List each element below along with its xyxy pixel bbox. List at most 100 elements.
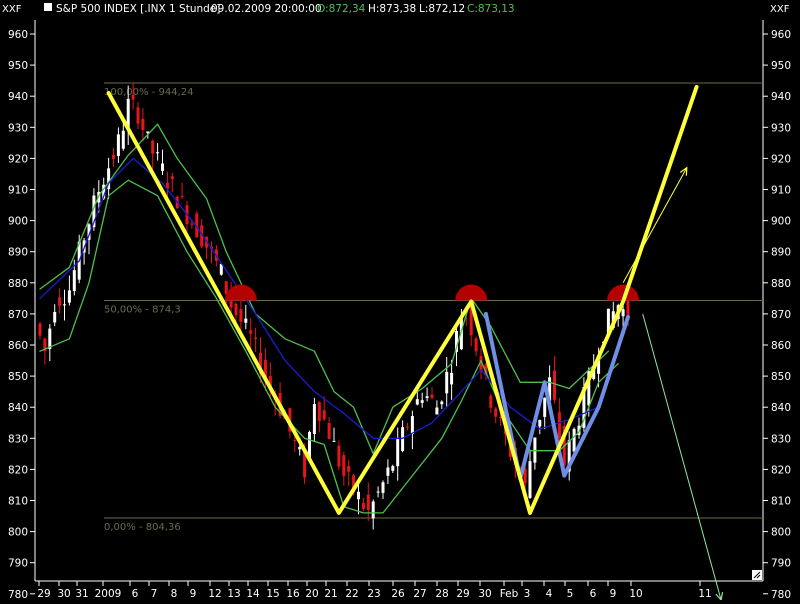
- candle-body: [538, 419, 542, 427]
- candle-body: [430, 394, 434, 399]
- candle-body: [72, 270, 76, 292]
- candle-body: [141, 118, 145, 130]
- x-tick-label: 31: [75, 588, 88, 600]
- x-tick-label: 28: [435, 588, 448, 600]
- fib-level-label: 50,00% - 874,3: [104, 305, 181, 316]
- candle-body: [58, 297, 62, 306]
- projection-arrow-line: [622, 167, 688, 284]
- x-tick-label: 15: [266, 588, 279, 600]
- candle-body: [151, 140, 155, 154]
- candle-body: [224, 281, 228, 294]
- candle-body: [63, 304, 66, 306]
- chart-root: S&P 500 INDEX [.INX 1 Stunde] 09.02.2009…: [0, 0, 800, 602]
- x-tick-label: 27: [413, 588, 426, 600]
- y-tick-label-right: 900: [771, 216, 791, 228]
- y-tick-label-right: 880: [771, 278, 791, 290]
- candle-body: [347, 465, 351, 472]
- x-tick-label: 6: [590, 588, 597, 600]
- candle-body: [234, 303, 238, 316]
- y-tick-label-right: 820: [771, 464, 791, 476]
- y-tick-label-left: 790: [8, 558, 28, 570]
- x-tick-label: 21: [324, 588, 337, 600]
- header-symbol: S&P 500 INDEX [.INX 1 Stunde]: [56, 3, 220, 15]
- candle-body: [121, 130, 125, 149]
- candle-body: [312, 404, 316, 435]
- y-tick-label-right: 960: [771, 29, 791, 41]
- header-high: H:873,38: [368, 3, 416, 15]
- y-tick-label-left: 890: [8, 247, 28, 259]
- y-tick-label-left: 860: [8, 340, 28, 352]
- x-tick-label: 10: [629, 588, 642, 600]
- y-tick-label-left: 940: [8, 91, 28, 103]
- x-tick-label: 9: [610, 588, 617, 600]
- y-tick-label-left: 900: [8, 216, 28, 228]
- y-tick-label-right: 910: [771, 185, 791, 197]
- left-axis-tag: XXF: [2, 4, 22, 15]
- fibonacci-levels: 100,00% - 944,24 50,00% - 874,3 0,00% - 80…: [104, 82, 763, 533]
- y-tick-label-right: 810: [771, 496, 791, 508]
- candle-body: [381, 482, 385, 493]
- x-tick-label: 22: [345, 588, 358, 600]
- header-open: O:872,34: [317, 3, 366, 15]
- candle-body: [170, 176, 174, 180]
- y-tick-label-left: 950: [8, 60, 28, 72]
- candle-body: [396, 439, 400, 467]
- indicator-lines: [39, 123, 619, 514]
- candle-body: [425, 396, 429, 399]
- y-tick-label-left: 920: [8, 153, 28, 165]
- candle-body: [621, 309, 625, 317]
- candle-body: [450, 372, 454, 385]
- candle-body: [322, 410, 326, 420]
- candle-body: [494, 408, 498, 417]
- drawing-overlay: [106, 84, 724, 602]
- candle-body: [357, 491, 360, 500]
- y-tick-label-right: 950: [771, 60, 791, 72]
- candle-body: [557, 412, 561, 439]
- candle-body: [572, 428, 576, 452]
- x-tick-label: Feb: [500, 588, 519, 600]
- candle-body: [410, 416, 414, 434]
- candle-body: [67, 290, 71, 303]
- y-tick-label-left: 960: [8, 29, 28, 41]
- candle-body: [401, 427, 405, 451]
- candle-body: [156, 152, 160, 154]
- candle-body: [366, 494, 370, 510]
- moving-average-line: [39, 157, 600, 439]
- candle-body: [190, 223, 194, 225]
- y-tick-label-right: 780: [771, 589, 791, 600]
- x-tick-label: 23: [367, 588, 380, 600]
- candle-body: [553, 370, 556, 400]
- candle-body: [337, 445, 341, 467]
- candle-body: [180, 195, 184, 197]
- candle-body: [440, 401, 444, 405]
- y-tick-label-left: 840: [8, 402, 28, 414]
- resistance-marker: [224, 284, 257, 301]
- price-chart: S&P 500 INDEX [.INX 1 Stunde] 09.02.2009…: [2, 3, 791, 602]
- x-tick-label: 4: [546, 588, 553, 600]
- header-datetime: 09.02.2009 20:00:00: [211, 3, 322, 15]
- candle-body: [53, 311, 57, 323]
- candle-body: [445, 371, 449, 394]
- candle-body: [391, 466, 395, 471]
- x-tick-label: 2009: [95, 588, 122, 600]
- y-tick-label-left: 930: [8, 122, 28, 134]
- x-tick-label: 5: [567, 588, 574, 600]
- x-tick-label: 20: [305, 588, 318, 600]
- x-tick-label: 26: [391, 588, 405, 600]
- y-tick-label-right: 890: [771, 247, 791, 259]
- resize-grip-icon[interactable]: [752, 570, 762, 580]
- candle-body: [161, 163, 164, 171]
- candle-body: [489, 395, 493, 408]
- y-tick-label-right: 870: [771, 309, 791, 321]
- x-tick-label: 12: [208, 588, 221, 600]
- candle-body: [244, 318, 248, 323]
- x-tick-label: 29: [37, 588, 50, 600]
- x-tick-label: 30: [57, 588, 70, 600]
- candle-body: [533, 437, 537, 463]
- y-tick-label-right: 840: [771, 402, 791, 414]
- x-tick-label: 14: [246, 588, 260, 600]
- candle-body: [112, 154, 115, 159]
- candle-body: [317, 402, 321, 422]
- x-tick-label: 16: [286, 588, 300, 600]
- candle-body: [626, 299, 630, 316]
